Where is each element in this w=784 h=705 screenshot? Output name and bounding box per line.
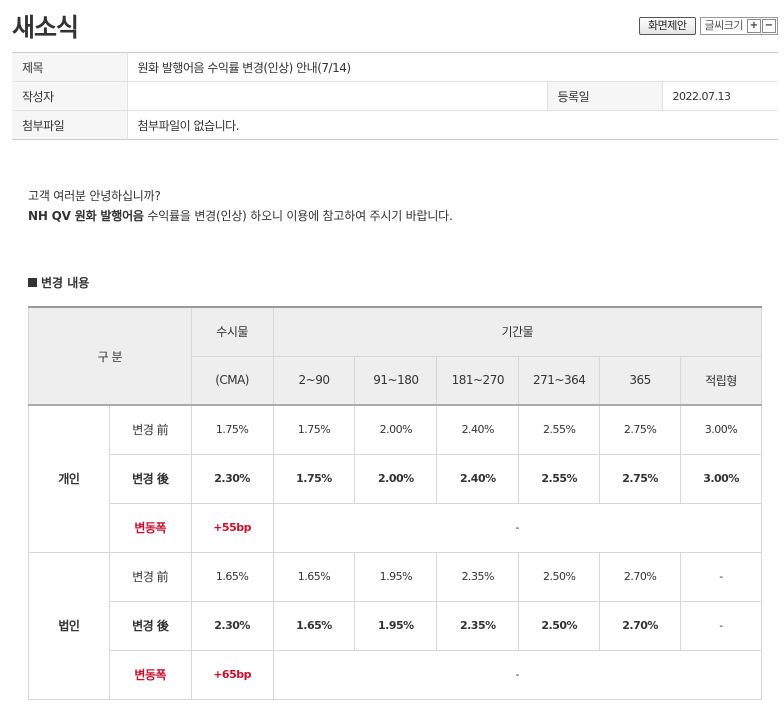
rate-cell: 2.50% [518,551,601,602]
title-tools: 화면제안 글씨크기 + − [639,17,778,35]
column-header: 181~270 [436,355,520,406]
author-value [127,81,547,111]
date-value: 2022.07.13 [662,81,778,111]
rate-change-table: 구 분 수시물 기간물 (CMA) 2~90 91~180 181~270 27… [28,306,763,700]
square-bullet-icon [28,278,37,287]
row-label-after: 변경 後 [108,600,192,651]
subject-row: 제목 원화 발행어음 수익률 변경(인상) 안내(7/14) [12,52,778,82]
rate-cell: 2.35% [436,551,520,602]
header-term: 기간물 [272,306,763,357]
rate-cell: 1.65% [272,600,356,651]
rate-cell: 1.75% [272,404,356,455]
rate-cell: 1.75% [190,404,274,455]
rate-cell: 2.75% [599,453,682,504]
rate-cell: 2.75% [599,404,682,455]
group-corporate: 법인 [28,551,110,700]
date-label: 등록일 [546,81,663,111]
table-row: 변경 後 2.30% 1.65% 1.95% 2.35% 2.50% 2.70%… [29,600,762,651]
rate-cell: 1.65% [272,551,356,602]
table-row: 법인 변경 前 1.65% 1.65% 1.95% 2.35% 2.50% 2.… [28,551,762,700]
attachment-value: 첨부파일이 없습니다. [137,118,240,133]
change-rest: - [272,649,763,700]
section-title-text: 변경 내용 [41,276,90,290]
rate-cell: 2.30% [190,453,274,504]
rate-cell: - [680,600,762,651]
header-demand: 수시물 [190,306,274,357]
rate-cell: 1.65% [190,551,274,602]
rate-cell: 2.35% [436,600,520,651]
row-label-before: 변경 前 [108,404,192,455]
font-increase-button[interactable]: + [747,19,761,33]
change-value: +55bp [190,502,274,553]
rate-cell: 2.70% [599,600,682,651]
table-row: 변동폭 +65bp - [29,649,763,700]
table-row: 변경 後 2.30% 1.75% 2.00% 2.40% 2.55% 2.75%… [29,453,762,504]
rate-cell: 2.00% [354,453,438,504]
row-label-change: 변동폭 [108,502,192,553]
row-label-after: 변경 後 [108,453,192,504]
rate-cell: 2.70% [599,551,682,602]
group-individual: 개인 [28,404,110,553]
rate-cell: - [680,551,762,602]
row-label-before: 변경 前 [108,551,192,602]
attachment-label: 첨부파일 [12,110,128,140]
author-row: 작성자 등록일 2022.07.13 [12,81,778,111]
font-size-label: 글씨크기 [704,19,744,32]
font-decrease-button[interactable]: − [762,19,776,33]
post-meta-table: 제목 원화 발행어음 수익률 변경(인상) 안내(7/14) 작성자 등록일 2… [12,52,778,140]
row-label-change: 변동폭 [108,649,192,700]
rate-cell: 2.40% [436,404,520,455]
table-row: 변동폭 +55bp - [29,502,763,553]
rate-cell: 1.95% [354,600,438,651]
screen-suggest-button[interactable]: 화면제안 [639,17,696,35]
table-row: 개인 변경 前 1.75% 1.75% 2.00% 2.40% 2.55% 2.… [28,404,762,553]
rate-cell: 2.55% [518,404,601,455]
rate-cell: 3.00% [680,453,762,504]
notice-line: NH QV 원화 발행어음 수익률을 변경(인상) 하오니 이용에 참고하여 주… [28,206,453,226]
rate-cell: 1.95% [354,551,438,602]
header-row-1: 구 분 수시물 기간물 [28,306,763,406]
notice-text: 수익률을 변경(인상) 하오니 이용에 참고하여 주시기 바랍니다. [143,209,453,223]
section-title: 변경 내용 [28,274,89,291]
rate-cell: 2.30% [190,600,274,651]
subject-label: 제목 [12,52,128,82]
rate-cell: 1.75% [272,453,356,504]
column-header: 365 [599,355,682,406]
subject-value: 원화 발행어음 수익률 변경(인상) 안내(7/14) [127,52,778,82]
column-header: 91~180 [354,355,438,406]
column-header: 271~364 [518,355,601,406]
product-name: NH QV 원화 발행어음 [28,209,144,223]
change-rest: - [272,502,763,553]
column-header: 2~90 [272,355,356,406]
column-header: 적립형 [680,355,762,406]
change-value: +65bp [190,649,274,700]
header-category: 구 분 [28,306,192,406]
column-header: (CMA) [190,355,274,406]
page-title: 새소식 [12,13,79,42]
rate-cell: 2.00% [354,404,438,455]
font-size-control: 글씨크기 + − [699,17,778,35]
rate-cell: 3.00% [680,404,762,455]
greeting-line: 고객 여러분 안녕하십니까? [28,189,161,203]
attachment-row: 첨부파일 첨부파일이 없습니다. [12,110,778,140]
rate-cell: 2.50% [518,600,601,651]
rate-cell: 2.55% [518,453,601,504]
author-label: 작성자 [12,81,128,111]
rate-cell: 2.40% [436,453,520,504]
post-body: 고객 여러분 안녕하십니까? NH QV 원화 발행어음 수익률을 변경(인상)… [28,186,453,226]
